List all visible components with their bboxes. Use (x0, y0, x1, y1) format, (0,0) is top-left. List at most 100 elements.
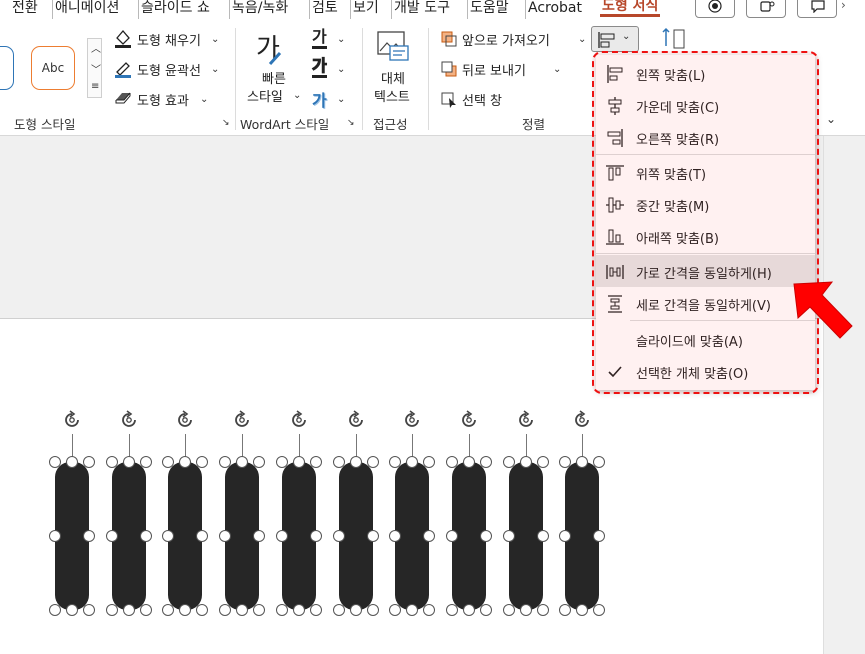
shape-outline-chevron-icon[interactable]: ⌄ (211, 64, 219, 75)
resize-handle[interactable] (293, 456, 305, 468)
bring-forward-button[interactable]: 앞으로 가져오기 (462, 30, 550, 49)
rotate-handle-icon[interactable] (458, 409, 480, 431)
shape-outline-button[interactable]: 도형 윤곽선 (137, 60, 201, 79)
alt-text-label-bottom[interactable]: 텍스트 (374, 86, 410, 105)
tab-shape-format[interactable]: 도형 서식 (600, 0, 661, 17)
resize-handle[interactable] (196, 604, 208, 616)
resize-handle[interactable] (537, 456, 549, 468)
shape-styles-launcher-icon[interactable]: ↘ (222, 118, 230, 128)
resize-handle[interactable] (83, 530, 95, 542)
menu-item-align-to-slide[interactable]: 슬라이드에 맞춤(A) (596, 323, 815, 355)
rotate-handle-icon[interactable] (571, 409, 593, 431)
resize-handle[interactable] (559, 530, 571, 542)
resize-handle[interactable] (293, 604, 305, 616)
resize-handle[interactable] (463, 456, 475, 468)
tab-acrobat[interactable]: Acrobat (525, 0, 584, 19)
resize-handle[interactable] (179, 456, 191, 468)
text-outline-chevron-icon[interactable]: ⌄ (337, 64, 345, 75)
comments-button[interactable] (797, 0, 837, 18)
menu-item-align-selected-objects[interactable]: 선택한 개체 맞춤(O) (596, 355, 815, 387)
quick-styles-label-bottom[interactable]: 스타일 (247, 86, 283, 105)
resize-handle[interactable] (140, 456, 152, 468)
resize-handle[interactable] (406, 604, 418, 616)
text-effect-chevron-icon[interactable]: ⌄ (337, 94, 345, 105)
resize-handle[interactable] (367, 604, 379, 616)
menu-item-align-center[interactable]: 가운데 맞춤(C) (596, 89, 815, 121)
text-fill-chevron-icon[interactable]: ⌄ (337, 34, 345, 45)
rotate-handle-icon[interactable] (118, 409, 140, 431)
resize-handle[interactable] (423, 456, 435, 468)
wordart-launcher-icon[interactable]: ↘ (347, 118, 355, 128)
menu-item-distribute-vertically[interactable]: 세로 간격을 동일하게(V) (596, 287, 815, 319)
gallery-down-icon[interactable]: ﹀ (91, 61, 101, 76)
rotate-handle-icon[interactable] (401, 409, 423, 431)
resize-handle[interactable] (333, 604, 345, 616)
resize-handle[interactable] (310, 604, 322, 616)
resize-handle[interactable] (389, 530, 401, 542)
resize-handle[interactable] (389, 456, 401, 468)
resize-handle[interactable] (140, 530, 152, 542)
resize-handle[interactable] (179, 604, 191, 616)
menu-item-align-left[interactable]: 왼쪽 맞춤(L) (596, 57, 815, 89)
teams-button[interactable] (746, 0, 786, 18)
resize-handle[interactable] (593, 456, 605, 468)
vertical-scrollbar-area[interactable] (823, 136, 865, 654)
resize-handle[interactable] (463, 604, 475, 616)
resize-handle[interactable] (196, 530, 208, 542)
rotate-handle-icon[interactable] (231, 409, 253, 431)
rotate-handle-icon[interactable] (174, 409, 196, 431)
menu-item-align-right[interactable]: 오른쪽 맞춤(R) (596, 121, 815, 153)
resize-handle[interactable] (49, 456, 61, 468)
resize-handle[interactable] (503, 604, 515, 616)
resize-handle[interactable] (236, 604, 248, 616)
resize-handle[interactable] (83, 456, 95, 468)
resize-handle[interactable] (253, 530, 265, 542)
tab-help[interactable]: 도움말 (467, 0, 511, 19)
resize-handle[interactable] (196, 456, 208, 468)
tab-slideshow[interactable]: 슬라이드 쇼 (138, 0, 212, 19)
tab-review[interactable]: 검토 (309, 0, 340, 19)
shape-effect-button[interactable]: 도형 효과 (137, 90, 189, 109)
resize-handle[interactable] (219, 604, 231, 616)
rotate-handle-icon[interactable] (61, 409, 83, 431)
text-fill-icon[interactable]: 가 (312, 28, 327, 49)
send-backward-chevron-icon[interactable]: ⌄ (553, 64, 561, 75)
resize-handle[interactable] (576, 604, 588, 616)
resize-handle[interactable] (66, 456, 78, 468)
selection-pane-button[interactable]: 선택 창 (462, 90, 502, 109)
resize-handle[interactable] (219, 456, 231, 468)
resize-handle[interactable] (503, 530, 515, 542)
resize-handle[interactable] (559, 604, 571, 616)
resize-handle[interactable] (162, 604, 174, 616)
resize-handle[interactable] (162, 456, 174, 468)
ribbon-collapse-chevron-icon[interactable]: ⌄ (826, 112, 836, 126)
resize-handle[interactable] (367, 530, 379, 542)
quick-styles-label-top[interactable]: 빠른 (262, 68, 286, 87)
menu-item-align-top[interactable]: 위쪽 맞춤(T) (596, 156, 815, 188)
rotate-handle-icon[interactable] (515, 409, 537, 431)
resize-handle[interactable] (49, 604, 61, 616)
resize-handle[interactable] (310, 530, 322, 542)
resize-handle[interactable] (559, 456, 571, 468)
resize-handle[interactable] (333, 456, 345, 468)
resize-handle[interactable] (520, 604, 532, 616)
resize-handle[interactable] (503, 456, 515, 468)
shape-fill-button[interactable]: 도형 채우기 (137, 30, 201, 49)
resize-handle[interactable] (276, 456, 288, 468)
text-effect-icon[interactable]: 가 (312, 87, 327, 111)
resize-handle[interactable] (106, 604, 118, 616)
shape-effect-chevron-icon[interactable]: ⌄ (200, 94, 208, 105)
quick-styles-chevron-icon[interactable]: ⌄ (293, 90, 301, 101)
resize-handle[interactable] (480, 604, 492, 616)
resize-handle[interactable] (253, 456, 265, 468)
tab-animations[interactable]: 애니메이션 (52, 0, 121, 19)
resize-handle[interactable] (350, 604, 362, 616)
resize-handle[interactable] (367, 456, 379, 468)
tab-developer[interactable]: 개발 도구 (391, 0, 452, 19)
resize-handle[interactable] (350, 456, 362, 468)
menu-item-align-middle[interactable]: 중간 맞춤(M) (596, 188, 815, 220)
align-dropdown-button[interactable]: ⌄ (591, 26, 639, 52)
alt-text-label-top[interactable]: 대체 (381, 68, 405, 87)
style-gallery-scroll[interactable]: ︿ ﹀ ≡ (87, 38, 102, 98)
resize-handle[interactable] (106, 456, 118, 468)
